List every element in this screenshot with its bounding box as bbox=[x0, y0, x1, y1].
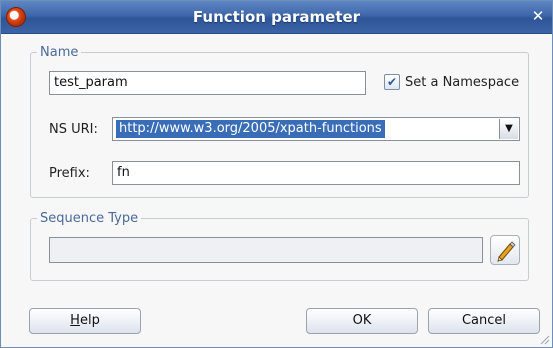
edit-sequence-type-button[interactable] bbox=[490, 235, 520, 265]
sequence-type-legend: Sequence Type bbox=[40, 211, 139, 226]
cancel-button[interactable]: Cancel bbox=[428, 308, 540, 334]
set-namespace-label[interactable]: Set a Namespace bbox=[405, 75, 519, 90]
ns-uri-combobox[interactable]: http://www.w3.org/2005/xpath-functions ▼ bbox=[112, 117, 520, 141]
set-namespace-checkbox[interactable]: ✔ bbox=[384, 74, 400, 90]
ok-button[interactable]: OK bbox=[306, 308, 418, 334]
prefix-label: Prefix: bbox=[49, 166, 90, 181]
chevron-down-icon[interactable]: ▼ bbox=[499, 119, 518, 139]
name-field[interactable]: test_param bbox=[49, 71, 366, 95]
name-group-legend: Name bbox=[40, 45, 79, 60]
help-mnemonic: H bbox=[70, 313, 80, 328]
pencil-icon bbox=[497, 241, 516, 262]
dialog-title: Function parameter bbox=[192, 8, 361, 26]
ns-uri-value[interactable]: http://www.w3.org/2005/xpath-functions bbox=[116, 120, 385, 138]
help-label: elp bbox=[79, 313, 100, 328]
function-parameter-dialog: Function parameter ✕ Name test_param ✔ S… bbox=[0, 0, 553, 348]
ns-uri-label: NS URI: bbox=[49, 122, 98, 137]
resize-grip-icon[interactable] bbox=[538, 333, 550, 345]
sequence-type-field[interactable] bbox=[49, 237, 483, 263]
title-bar[interactable]: Function parameter ✕ bbox=[1, 1, 552, 34]
close-icon[interactable]: ✕ bbox=[528, 6, 548, 26]
prefix-field[interactable]: fn bbox=[112, 161, 520, 185]
help-button[interactable]: Help bbox=[29, 308, 141, 334]
